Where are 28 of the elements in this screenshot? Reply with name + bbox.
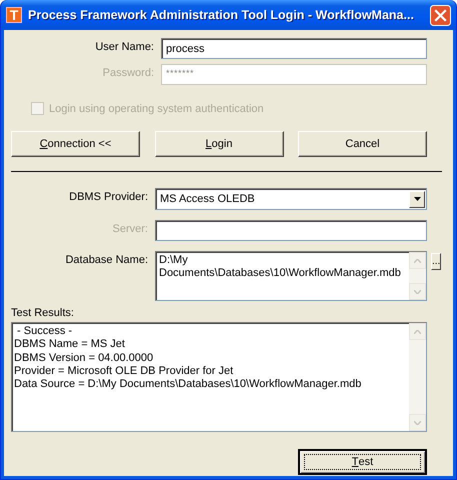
- browse-button[interactable]: ...: [431, 253, 442, 270]
- dialog-button[interactable]: Login: [154, 131, 284, 157]
- field-label: DBMS Provider:: [68, 190, 148, 203]
- scroll-down-icon[interactable]: [414, 420, 421, 424]
- app-icon: T: [6, 7, 22, 23]
- result-line: - Success -: [16, 325, 74, 338]
- field-label: Database Name:: [64, 253, 148, 266]
- input-field[interactable]: [155, 220, 427, 241]
- input-field[interactable]: process: [161, 38, 427, 59]
- result-line: DBMS Name = MS Jet: [14, 338, 126, 352]
- test-button[interactable]: Test: [298, 449, 427, 475]
- scroll-down-icon[interactable]: [414, 290, 421, 294]
- results-label: Test Results:: [11, 307, 75, 319]
- scroll-up-icon[interactable]: [414, 258, 421, 262]
- dialog-button[interactable]: Connection <<: [11, 131, 140, 157]
- result-line: DBMS Version = 04.00.0000: [14, 352, 154, 365]
- scroll-up-icon[interactable]: [414, 330, 421, 334]
- result-line: Data Source = D:\My Documents\Databases\10\WorkflowManager.mdb: [14, 378, 362, 392]
- result-line: Provider = Microsoft OLE DB Provider for Jet: [14, 364, 234, 378]
- dialog-button[interactable]: Cancel: [298, 131, 427, 157]
- checkbox-label: Login using operating system authentication: [49, 102, 264, 114]
- field-label: Server:: [112, 222, 148, 235]
- field-label: Password:: [102, 66, 154, 79]
- dropdown[interactable]: MS Access OLEDB: [155, 188, 427, 210]
- close-icon[interactable]: [430, 4, 451, 26]
- field-label: User Name:: [94, 40, 154, 53]
- window-title: Process Framework Administration Tool Login - WorkflowMana...: [28, 8, 415, 22]
- text-area[interactable]: D:\My Documents\Databases\10\WorkflowManager.mdb: [155, 251, 427, 301]
